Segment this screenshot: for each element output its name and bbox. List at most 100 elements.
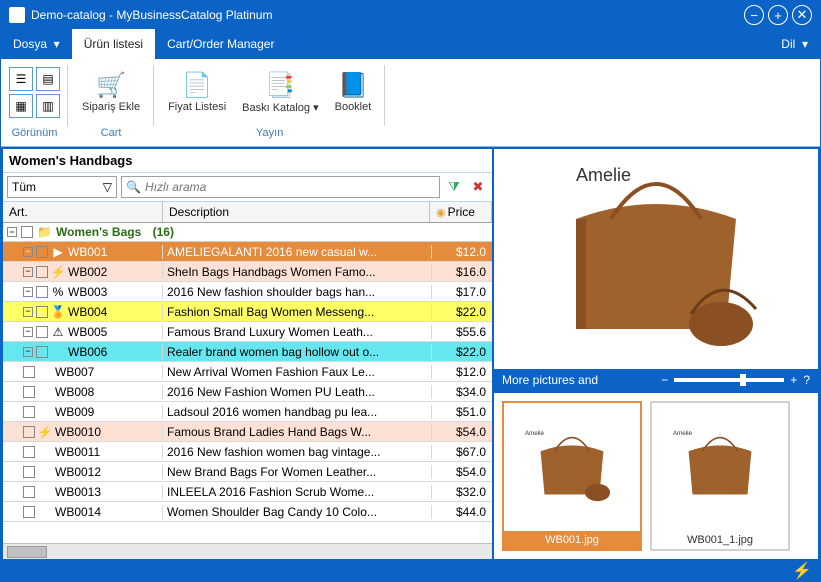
header-art[interactable]: Art. xyxy=(3,202,163,222)
row-price: $17.0 xyxy=(432,285,492,299)
table-row[interactable]: −%WB0032016 New fashion shoulder bags ha… xyxy=(3,282,492,302)
ribbon: ☰ ▤ ▦ ▥ Görünüm 🛒 Sipariş Ekle Cart 📄 Fi… xyxy=(1,59,820,147)
row-toggle[interactable]: − xyxy=(23,247,33,257)
thumbnail[interactable]: AmelieWB001_1.jpg xyxy=(650,401,790,551)
table-row[interactable]: WB007New Arrival Women Fashion Faux Le..… xyxy=(3,362,492,382)
table-row[interactable]: −🏅WB004Fashion Small Bag Women Messeng..… xyxy=(3,302,492,322)
folder-icon: 📁 xyxy=(37,225,52,239)
row-checkbox[interactable] xyxy=(36,326,48,338)
table-row[interactable]: WB009Ladsoul 2016 women handbag pu lea..… xyxy=(3,402,492,422)
baski-katalog-button[interactable]: 📑 Baskı Katalog ▾ xyxy=(236,67,324,116)
minimize-button[interactable]: − xyxy=(744,5,764,25)
row-checkbox[interactable] xyxy=(36,246,48,258)
table-row[interactable]: WB0013INLEELA 2016 Fashion Scrub Wome...… xyxy=(3,482,492,502)
zoom-out-button[interactable]: − xyxy=(661,373,668,387)
zoom-slider[interactable] xyxy=(674,378,784,382)
table-row[interactable]: WB00112016 New fashion women bag vintage… xyxy=(3,442,492,462)
menu-urun-listesi[interactable]: Ürün listesi xyxy=(72,29,155,59)
row-checkbox[interactable] xyxy=(36,346,48,358)
book-icon: 📑 xyxy=(264,69,296,101)
row-price: $16.0 xyxy=(432,265,492,279)
thumbnail[interactable]: AmelieWB001.jpg xyxy=(502,401,642,551)
menu-dosya[interactable]: Dosya ▾ xyxy=(1,29,72,59)
menu-bar: Dosya ▾ Ürün listesi Cart/Order Manager … xyxy=(1,29,820,59)
row-price: $51.0 xyxy=(432,405,492,419)
siparis-ekle-button[interactable]: 🛒 Sipariş Ekle xyxy=(76,67,146,115)
ribbon-label-yayin: Yayın xyxy=(256,127,283,142)
row-checkbox[interactable] xyxy=(36,286,48,298)
row-toggle[interactable]: − xyxy=(23,267,33,277)
table-row[interactable]: −⚠WB005Famous Brand Luxury Women Leath..… xyxy=(3,322,492,342)
row-toggle[interactable]: − xyxy=(23,287,33,297)
ribbon-group-yayin: 📄 Fiyat Listesi 📑 Baskı Katalog ▾ 📘 Book… xyxy=(154,59,385,146)
svg-text:Amelie: Amelie xyxy=(673,430,693,437)
ribbon-group-gorunum: ☰ ▤ ▦ ▥ Görünüm xyxy=(1,59,68,146)
horizontal-scrollbar[interactable] xyxy=(3,543,492,559)
clear-filter-button[interactable]: ✖ xyxy=(468,177,488,197)
row-description: 2016 New fashion shoulder bags han... xyxy=(163,285,432,299)
maximize-button[interactable]: + xyxy=(768,5,788,25)
view-btn-3[interactable]: ▦ xyxy=(9,94,33,118)
view-btn-4[interactable]: ▥ xyxy=(36,94,60,118)
collapse-toggle[interactable]: − xyxy=(7,227,17,237)
group-name: Women's Bags xyxy=(56,225,141,239)
close-button[interactable]: ✕ xyxy=(792,5,812,25)
row-checkbox[interactable] xyxy=(23,486,35,498)
booklet-button[interactable]: 📘 Booklet xyxy=(329,67,378,115)
ribbon-group-cart: 🛒 Sipariş Ekle Cart xyxy=(68,59,154,146)
row-price: $44.0 xyxy=(432,505,492,519)
row-icon: ⚠ xyxy=(51,325,65,339)
help-button[interactable]: ? xyxy=(803,373,810,387)
row-checkbox[interactable] xyxy=(36,266,48,278)
row-toggle[interactable]: − xyxy=(23,307,33,317)
svg-text:Amelie: Amelie xyxy=(525,430,545,437)
grid-headers: Art. Description ◉Price xyxy=(3,202,492,223)
filter-combo[interactable]: Tüm ▽ xyxy=(7,176,117,198)
view-btn-2[interactable]: ▤ xyxy=(36,67,60,91)
row-checkbox[interactable] xyxy=(23,466,35,478)
table-row[interactable]: WB0014Women Shoulder Bag Candy 10 Colo..… xyxy=(3,502,492,522)
table-row[interactable]: −⚡WB002SheIn Bags Handbags Women Famo...… xyxy=(3,262,492,282)
row-checkbox[interactable] xyxy=(23,426,35,438)
row-checkbox[interactable] xyxy=(23,446,35,458)
table-row[interactable]: WB0012New Brand Bags For Women Leather..… xyxy=(3,462,492,482)
group-row[interactable]: − 📁 Women's Bags (16) xyxy=(3,223,492,242)
row-toggle[interactable]: − xyxy=(23,327,33,337)
group-checkbox[interactable] xyxy=(21,226,33,238)
product-grid[interactable]: − 📁 Women's Bags (16) −▶WB001AMELIEGALAN… xyxy=(3,223,492,543)
row-art: WB003 xyxy=(68,285,107,299)
thumbnail-image: Amelie xyxy=(652,403,788,531)
row-checkbox[interactable] xyxy=(23,406,35,418)
view-btn-1[interactable]: ☰ xyxy=(9,67,33,91)
filter-button[interactable]: ⧩ xyxy=(444,177,464,197)
row-price: $67.0 xyxy=(432,445,492,459)
table-row[interactable]: −WB006Realer brand women bag hollow out … xyxy=(3,342,492,362)
row-art: WB006 xyxy=(68,345,107,359)
row-price: $55.6 xyxy=(432,325,492,339)
menu-cart-order[interactable]: Cart/Order Manager xyxy=(155,29,286,59)
row-checkbox[interactable] xyxy=(23,366,35,378)
row-description: Ladsoul 2016 women handbag pu lea... xyxy=(163,405,432,419)
search-box[interactable]: 🔍 xyxy=(121,176,440,198)
row-checkbox[interactable] xyxy=(23,386,35,398)
row-toggle[interactable]: − xyxy=(23,347,33,357)
document-icon: 📄 xyxy=(181,69,213,101)
row-icon: ⚡ xyxy=(51,265,65,279)
table-row[interactable]: ⚡WB0010Famous Brand Ladies Hand Bags W..… xyxy=(3,422,492,442)
gallery-header: More pictures and − + ? xyxy=(494,369,818,391)
search-input[interactable] xyxy=(145,180,435,194)
cart-plus-icon: 🛒 xyxy=(95,69,127,101)
menu-dil[interactable]: Dil ▾ xyxy=(769,29,820,59)
table-row[interactable]: WB0082016 New Fashion Women PU Leath...$… xyxy=(3,382,492,402)
zoom-in-button[interactable]: + xyxy=(790,373,797,387)
row-checkbox[interactable] xyxy=(36,306,48,318)
header-price[interactable]: ◉Price xyxy=(430,202,492,222)
filter-toolbar: Tüm ▽ 🔍 ⧩ ✖ xyxy=(3,173,492,202)
fiyat-listesi-button[interactable]: 📄 Fiyat Listesi xyxy=(162,67,232,115)
row-checkbox[interactable] xyxy=(23,506,35,518)
row-art: WB007 xyxy=(55,365,94,379)
table-row[interactable]: −▶WB001AMELIEGALANTI 2016 new casual w..… xyxy=(3,242,492,262)
header-description[interactable]: Description xyxy=(163,202,430,222)
booklet-icon: 📘 xyxy=(337,69,369,101)
gallery-title: More pictures and xyxy=(502,373,598,387)
